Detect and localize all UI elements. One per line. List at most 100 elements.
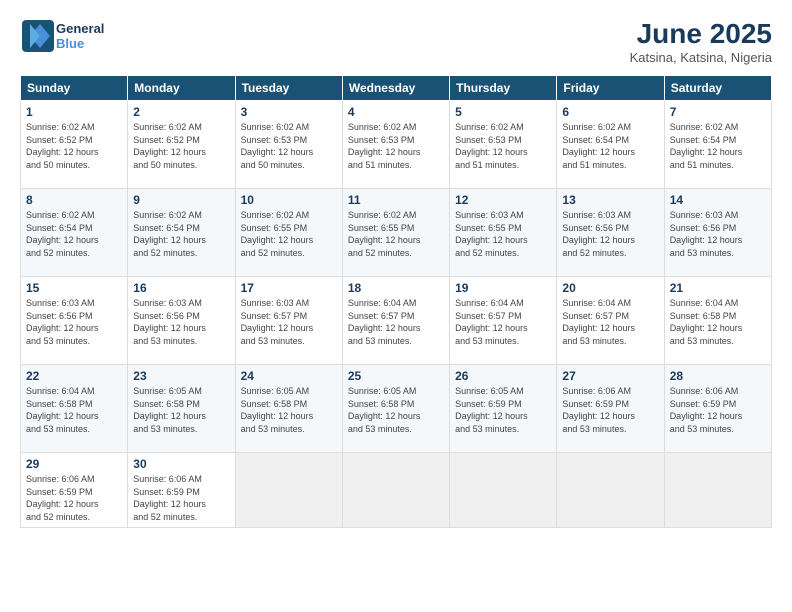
day-detail: Sunrise: 6:05 AM Sunset: 6:58 PM Dayligh…	[241, 386, 314, 434]
day-number: 20	[562, 281, 658, 295]
table-row	[342, 453, 449, 528]
calendar-week-3: 15 Sunrise: 6:03 AM Sunset: 6:56 PM Dayli…	[21, 277, 772, 365]
day-detail: Sunrise: 6:04 AM Sunset: 6:58 PM Dayligh…	[26, 386, 99, 434]
day-detail: Sunrise: 6:03 AM Sunset: 6:56 PM Dayligh…	[670, 210, 743, 258]
logo-text-general: General	[56, 21, 104, 36]
table-row: 3 Sunrise: 6:02 AM Sunset: 6:53 PM Daylig…	[235, 101, 342, 189]
day-detail: Sunrise: 6:04 AM Sunset: 6:57 PM Dayligh…	[455, 298, 528, 346]
day-number: 6	[562, 105, 658, 119]
logo: General Blue	[20, 18, 104, 54]
day-number: 26	[455, 369, 551, 383]
day-number: 28	[670, 369, 766, 383]
day-number: 4	[348, 105, 444, 119]
day-detail: Sunrise: 6:02 AM Sunset: 6:54 PM Dayligh…	[562, 122, 635, 170]
header-sunday: Sunday	[21, 76, 128, 101]
calendar-week-5: 29 Sunrise: 6:06 AM Sunset: 6:59 PM Dayli…	[21, 453, 772, 528]
day-number: 19	[455, 281, 551, 295]
header-friday: Friday	[557, 76, 664, 101]
day-number: 14	[670, 193, 766, 207]
day-number: 9	[133, 193, 229, 207]
day-detail: Sunrise: 6:02 AM Sunset: 6:53 PM Dayligh…	[241, 122, 314, 170]
table-row: 18 Sunrise: 6:04 AM Sunset: 6:57 PM Dayli…	[342, 277, 449, 365]
day-detail: Sunrise: 6:02 AM Sunset: 6:52 PM Dayligh…	[26, 122, 99, 170]
header-monday: Monday	[128, 76, 235, 101]
day-detail: Sunrise: 6:02 AM Sunset: 6:54 PM Dayligh…	[133, 210, 206, 258]
table-row: 23 Sunrise: 6:05 AM Sunset: 6:58 PM Dayli…	[128, 365, 235, 453]
weekday-header-row: Sunday Monday Tuesday Wednesday Thursday…	[21, 76, 772, 101]
day-detail: Sunrise: 6:02 AM Sunset: 6:52 PM Dayligh…	[133, 122, 206, 170]
day-number: 17	[241, 281, 337, 295]
day-detail: Sunrise: 6:02 AM Sunset: 6:54 PM Dayligh…	[26, 210, 99, 258]
day-detail: Sunrise: 6:06 AM Sunset: 6:59 PM Dayligh…	[670, 386, 743, 434]
header-tuesday: Tuesday	[235, 76, 342, 101]
table-row: 26 Sunrise: 6:05 AM Sunset: 6:59 PM Dayli…	[450, 365, 557, 453]
header-wednesday: Wednesday	[342, 76, 449, 101]
page: General Blue June 2025 Katsina, Katsina,…	[0, 0, 792, 612]
day-number: 13	[562, 193, 658, 207]
logo-text-blue: Blue	[56, 36, 104, 51]
day-number: 18	[348, 281, 444, 295]
table-row: 30 Sunrise: 6:06 AM Sunset: 6:59 PM Dayli…	[128, 453, 235, 528]
table-row: 29 Sunrise: 6:06 AM Sunset: 6:59 PM Dayli…	[21, 453, 128, 528]
day-number: 16	[133, 281, 229, 295]
calendar-week-4: 22 Sunrise: 6:04 AM Sunset: 6:58 PM Dayli…	[21, 365, 772, 453]
day-number: 12	[455, 193, 551, 207]
day-number: 22	[26, 369, 122, 383]
day-number: 1	[26, 105, 122, 119]
table-row: 25 Sunrise: 6:05 AM Sunset: 6:58 PM Dayli…	[342, 365, 449, 453]
day-detail: Sunrise: 6:04 AM Sunset: 6:57 PM Dayligh…	[348, 298, 421, 346]
table-row: 22 Sunrise: 6:04 AM Sunset: 6:58 PM Dayli…	[21, 365, 128, 453]
day-number: 3	[241, 105, 337, 119]
day-detail: Sunrise: 6:05 AM Sunset: 6:58 PM Dayligh…	[348, 386, 421, 434]
day-detail: Sunrise: 6:03 AM Sunset: 6:57 PM Dayligh…	[241, 298, 314, 346]
day-number: 25	[348, 369, 444, 383]
table-row: 12 Sunrise: 6:03 AM Sunset: 6:55 PM Dayli…	[450, 189, 557, 277]
calendar-week-1: 1 Sunrise: 6:02 AM Sunset: 6:52 PM Daylig…	[21, 101, 772, 189]
table-row: 28 Sunrise: 6:06 AM Sunset: 6:59 PM Dayli…	[664, 365, 771, 453]
day-detail: Sunrise: 6:03 AM Sunset: 6:56 PM Dayligh…	[133, 298, 206, 346]
table-row: 21Sunrise: 6:04 AM Sunset: 6:58 PM Dayli…	[664, 277, 771, 365]
day-number: 15	[26, 281, 122, 295]
day-detail: Sunrise: 6:02 AM Sunset: 6:55 PM Dayligh…	[348, 210, 421, 258]
day-number: 7	[670, 105, 766, 119]
calendar-week-2: 8 Sunrise: 6:02 AM Sunset: 6:54 PM Daylig…	[21, 189, 772, 277]
day-number: 5	[455, 105, 551, 119]
day-detail: Sunrise: 6:05 AM Sunset: 6:58 PM Dayligh…	[133, 386, 206, 434]
table-row: 24 Sunrise: 6:05 AM Sunset: 6:58 PM Dayli…	[235, 365, 342, 453]
day-detail: Sunrise: 6:06 AM Sunset: 6:59 PM Dayligh…	[562, 386, 635, 434]
title-block: June 2025 Katsina, Katsina, Nigeria	[630, 18, 772, 65]
day-number: 24	[241, 369, 337, 383]
table-row: 7Sunrise: 6:02 AM Sunset: 6:54 PM Daylig…	[664, 101, 771, 189]
table-row: 16 Sunrise: 6:03 AM Sunset: 6:56 PM Dayli…	[128, 277, 235, 365]
table-row	[450, 453, 557, 528]
day-detail: Sunrise: 6:03 AM Sunset: 6:56 PM Dayligh…	[562, 210, 635, 258]
day-detail: Sunrise: 6:06 AM Sunset: 6:59 PM Dayligh…	[26, 474, 99, 522]
calendar: Sunday Monday Tuesday Wednesday Thursday…	[20, 75, 772, 528]
table-row: 9 Sunrise: 6:02 AM Sunset: 6:54 PM Daylig…	[128, 189, 235, 277]
table-row: 6 Sunrise: 6:02 AM Sunset: 6:54 PM Daylig…	[557, 101, 664, 189]
day-detail: Sunrise: 6:03 AM Sunset: 6:55 PM Dayligh…	[455, 210, 528, 258]
day-detail: Sunrise: 6:05 AM Sunset: 6:59 PM Dayligh…	[455, 386, 528, 434]
day-number: 29	[26, 457, 122, 471]
day-number: 11	[348, 193, 444, 207]
table-row: 8 Sunrise: 6:02 AM Sunset: 6:54 PM Daylig…	[21, 189, 128, 277]
header-saturday: Saturday	[664, 76, 771, 101]
day-detail: Sunrise: 6:06 AM Sunset: 6:59 PM Dayligh…	[133, 474, 206, 522]
table-row	[557, 453, 664, 528]
table-row	[235, 453, 342, 528]
day-number: 23	[133, 369, 229, 383]
day-detail: Sunrise: 6:03 AM Sunset: 6:56 PM Dayligh…	[26, 298, 99, 346]
day-number: 8	[26, 193, 122, 207]
day-detail: Sunrise: 6:02 AM Sunset: 6:53 PM Dayligh…	[455, 122, 528, 170]
day-number: 21	[670, 281, 766, 295]
table-row: 1 Sunrise: 6:02 AM Sunset: 6:52 PM Daylig…	[21, 101, 128, 189]
table-row: 5 Sunrise: 6:02 AM Sunset: 6:53 PM Daylig…	[450, 101, 557, 189]
table-row: 13 Sunrise: 6:03 AM Sunset: 6:56 PM Dayli…	[557, 189, 664, 277]
month-title: June 2025	[630, 18, 772, 50]
table-row: 19 Sunrise: 6:04 AM Sunset: 6:57 PM Dayli…	[450, 277, 557, 365]
header-thursday: Thursday	[450, 76, 557, 101]
table-row: 17 Sunrise: 6:03 AM Sunset: 6:57 PM Dayli…	[235, 277, 342, 365]
day-number: 30	[133, 457, 229, 471]
logo-icon	[20, 18, 56, 54]
table-row: 10Sunrise: 6:02 AM Sunset: 6:55 PM Dayli…	[235, 189, 342, 277]
